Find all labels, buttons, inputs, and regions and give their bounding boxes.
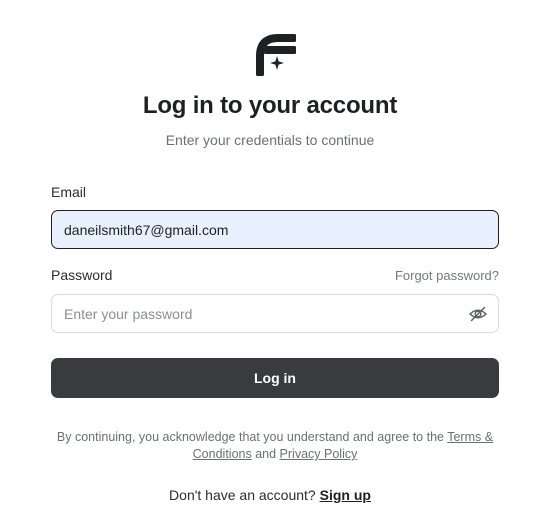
legal-prefix: By continuing, you acknowledge that you … — [56, 430, 448, 444]
email-input[interactable] — [64, 211, 464, 248]
signup-prompt-text: Don't have an account? — [169, 487, 320, 503]
password-label: Password — [51, 267, 113, 283]
email-label: Email — [51, 184, 87, 200]
legal-and: and — [251, 447, 280, 461]
f-sparkle-logo-icon — [256, 34, 296, 76]
password-input[interactable] — [64, 295, 464, 332]
email-field-container[interactable] — [51, 210, 499, 249]
page-subtitle: Enter your credentials to continue — [165, 132, 375, 148]
password-field-container[interactable] — [51, 294, 499, 333]
page-title: Log in to your account — [142, 92, 398, 119]
eye-off-icon[interactable] — [468, 304, 488, 324]
signup-prompt: Don't have an account? Sign up — [0, 487, 540, 503]
legal-notice: By continuing, you acknowledge that you … — [48, 429, 502, 463]
privacy-link[interactable]: Privacy Policy — [280, 447, 358, 461]
signup-link[interactable]: Sign up — [320, 487, 371, 503]
login-button[interactable]: Log in — [51, 358, 499, 398]
forgot-password-link[interactable]: Forgot password? — [395, 268, 499, 283]
